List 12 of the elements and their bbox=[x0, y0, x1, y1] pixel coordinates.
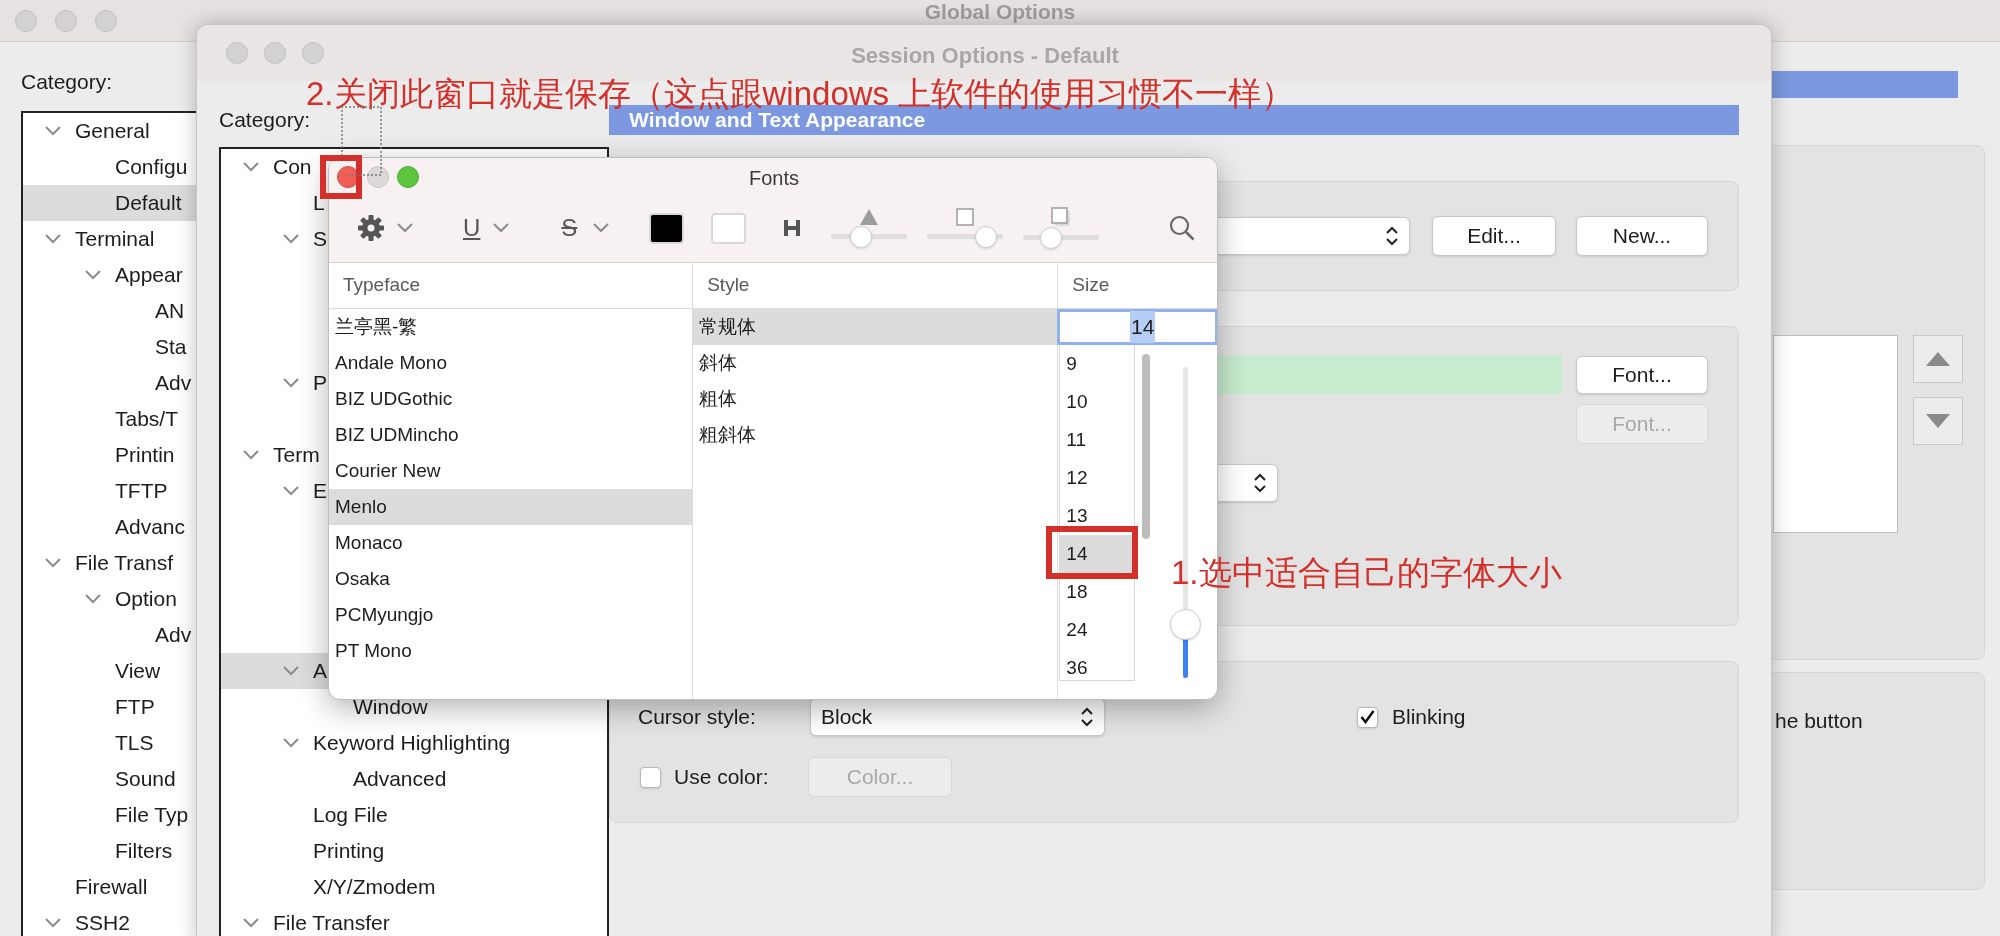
column-header: Typeface bbox=[342, 273, 421, 298]
checkbox-label: Use color: bbox=[674, 764, 770, 791]
option-label: he button bbox=[1775, 709, 1863, 732]
category-label: Category: bbox=[219, 108, 312, 132]
window-title: Global Options bbox=[923, 0, 1077, 23]
column-header: Style bbox=[706, 273, 750, 298]
checkbox-label: Blinking bbox=[1392, 704, 1466, 731]
annotation-text: 1.选中适合自己的字体大小 bbox=[1171, 553, 1562, 593]
window-title: Fonts bbox=[748, 166, 800, 191]
field-label: Cursor style: bbox=[638, 704, 757, 731]
column-header: Size bbox=[1071, 273, 1110, 298]
window-title: Session Options - Default bbox=[850, 42, 1120, 70]
